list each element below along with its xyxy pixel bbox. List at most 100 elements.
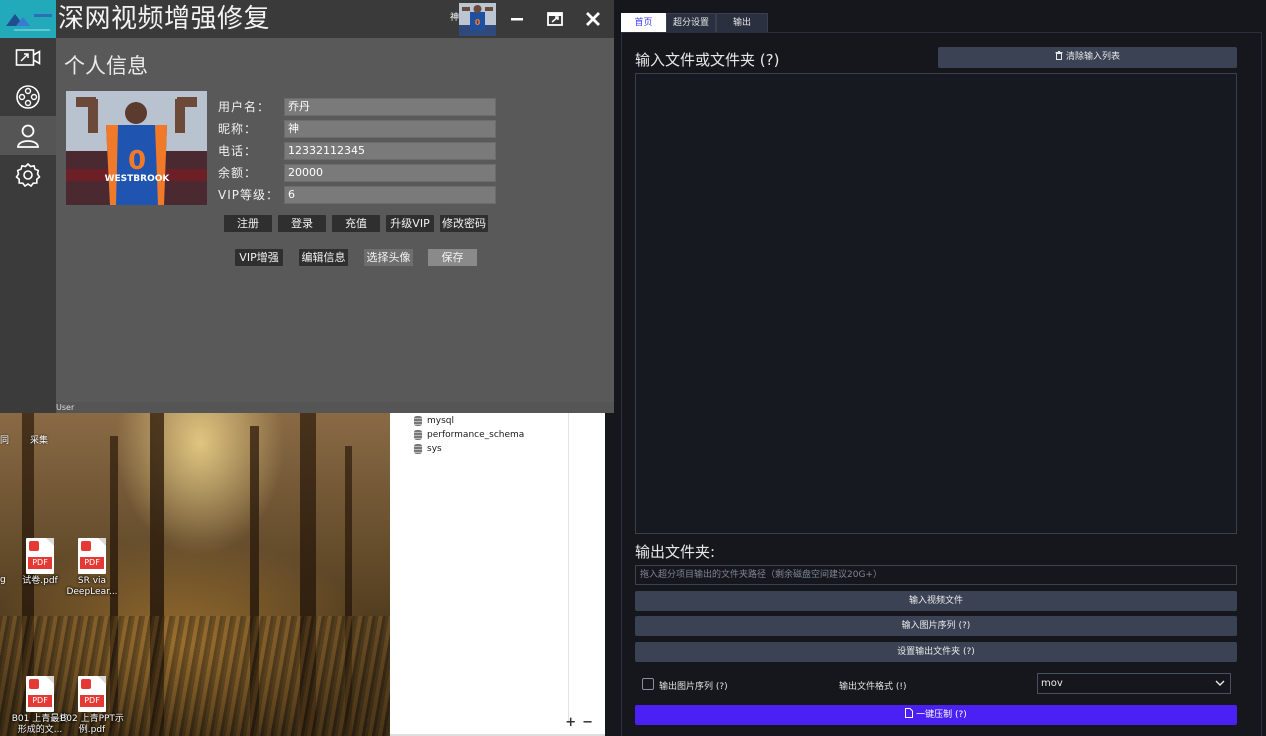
db-item-label: performance_schema	[427, 430, 525, 440]
input-video-button[interactable]: 输入视频文件	[635, 591, 1237, 611]
form-row-phone: 电话： 12332112345	[218, 141, 496, 160]
database-tree-panel: mysql performance_schema sys +−	[390, 413, 605, 736]
file-icon	[905, 708, 914, 718]
sidebar-item-film[interactable]	[0, 77, 56, 116]
form-row-nickname: 昵称： 神	[218, 119, 496, 138]
sidebar-item-user[interactable]	[0, 116, 56, 155]
titlebar: 深网视频增强修复 神 0	[0, 0, 614, 38]
vip-field[interactable]: 6	[284, 185, 496, 204]
svg-text:0: 0	[475, 18, 481, 27]
restore-icon	[547, 12, 563, 26]
sidebar-item-video[interactable]	[0, 38, 56, 77]
desktop-icon-pdf[interactable]: PDF B02 上青PPT示例.pdf	[60, 676, 124, 736]
desktop-icon-pdf[interactable]: PDF SR via DeepLear...	[60, 538, 124, 598]
input-image-sequence-button[interactable]: 输入图片序列 (?)	[635, 616, 1237, 636]
app-title: 深网视频增强修复	[58, 4, 271, 34]
desktop-icon-label: 采集	[30, 436, 49, 446]
status-bar: User	[56, 402, 614, 413]
desktop-icon-label: 同	[0, 436, 10, 446]
desktop-icon-label: SR via DeepLear...	[66, 576, 118, 597]
recharge-button[interactable]: 充值	[332, 215, 380, 232]
save-button[interactable]: 保存	[428, 249, 477, 266]
trash-icon	[1055, 51, 1063, 60]
close-icon	[586, 12, 600, 26]
db-controls: +−	[565, 715, 599, 730]
tab-sr-settings[interactable]: 超分设置	[666, 13, 716, 32]
gear-icon	[15, 162, 41, 187]
db-item-label: sys	[427, 444, 442, 454]
username-label: 用户名：	[218, 100, 271, 114]
register-button[interactable]: 注册	[224, 215, 272, 232]
vip-enhance-button[interactable]: VIP增强	[235, 249, 283, 266]
db-item-mysql[interactable]: mysql	[414, 416, 454, 426]
form-row-username: 用户名： 乔丹	[218, 97, 496, 116]
balance-label: 余额：	[218, 166, 258, 180]
upgrade-vip-button[interactable]: 升级VIP	[386, 215, 434, 232]
db-item-performance-schema[interactable]: performance_schema	[414, 430, 524, 440]
minimize-button[interactable]	[502, 4, 532, 34]
remove-button[interactable]: −	[582, 715, 599, 730]
output-path-input[interactable]: 拖入超分项目输出的文件夹路径（剩余磁盘空间建议20G+）	[635, 565, 1237, 585]
input-file-dropzone[interactable]	[635, 73, 1237, 534]
form-row-vip: VIP等级： 6	[218, 185, 496, 204]
sidebar	[0, 38, 56, 413]
tab-home[interactable]: 首页	[621, 13, 666, 32]
input-label: 输入文件或文件夹 (?)	[635, 51, 780, 69]
balance-field[interactable]: 20000	[284, 163, 496, 182]
restore-button[interactable]	[540, 4, 570, 34]
svg-text:0: 0	[128, 146, 146, 176]
one-click-compress-button[interactable]: 一键压制 (?)	[635, 705, 1237, 725]
svg-text:WESTBROOK: WESTBROOK	[105, 174, 171, 184]
desktop-icon-partial[interactable]: 同	[0, 433, 9, 446]
nickname-field[interactable]: 神	[284, 119, 496, 138]
desktop-icon-partial[interactable]: g	[0, 575, 6, 585]
sidebar-item-settings[interactable]	[0, 155, 56, 194]
set-output-folder-button[interactable]: 设置输出文件夹 (?)	[635, 642, 1237, 662]
desktop-wallpaper: 同 采集 g PDF 试卷.pdf PDF SR via DeepLear...…	[0, 413, 390, 736]
video-export-icon	[15, 48, 41, 66]
desktop-icon-label: B02 上青PPT示例.pdf	[60, 714, 124, 735]
pdf-file-icon: PDF	[78, 676, 106, 712]
db-item-sys[interactable]: sys	[414, 444, 442, 454]
username-field[interactable]: 乔丹	[284, 97, 496, 116]
pdf-file-icon: PDF	[78, 538, 106, 574]
panel-divider	[568, 413, 569, 723]
avatar: 0 WESTBROOK	[66, 91, 207, 205]
change-password-button[interactable]: 修改密码	[440, 215, 488, 232]
database-icon	[414, 430, 422, 440]
choose-avatar-button[interactable]: 选择头像	[364, 249, 413, 266]
output-images-label: 输出图片序列 (?)	[659, 682, 728, 692]
output-folder-label: 输出文件夹:	[635, 543, 716, 561]
tab-output[interactable]: 输出	[716, 13, 768, 32]
tab-bar: 首页 超分设置 输出	[621, 13, 768, 32]
phone-field[interactable]: 12332112345	[284, 141, 496, 160]
video-compress-app: 首页 超分设置 输出 输入文件或文件夹 (?) 清除输入列表 输出文件夹: 拖入…	[614, 0, 1266, 736]
clear-input-button[interactable]: 清除输入列表	[938, 47, 1237, 68]
user-icon	[17, 124, 39, 148]
nickname-label: 昵称：	[218, 122, 258, 136]
desktop-icon-label: g	[0, 575, 6, 585]
home-panel: 输入文件或文件夹 (?) 清除输入列表 输出文件夹: 拖入超分项目输出的文件夹路…	[621, 32, 1262, 736]
compress-label: 一键压制 (?)	[916, 710, 967, 720]
database-icon	[414, 416, 422, 426]
pdf-file-icon: PDF	[26, 538, 54, 574]
login-button[interactable]: 登录	[278, 215, 326, 232]
edit-info-button[interactable]: 编辑信息	[299, 249, 348, 266]
output-format-value: mov	[1041, 678, 1063, 689]
profile-app-window: 深网视频增强修复 神 0 个人信息 0 WESTBROOK 用户名： 乔丹 昵称…	[0, 0, 614, 413]
output-format-label: 输出文件格式 (!)	[839, 682, 907, 692]
output-images-checkbox[interactable]	[642, 678, 654, 690]
app-logo	[0, 0, 56, 38]
phone-label: 电话：	[218, 144, 258, 158]
vip-label: VIP等级：	[218, 188, 279, 202]
titlebar-avatar[interactable]: 0	[459, 3, 496, 36]
database-icon	[414, 444, 422, 454]
add-button[interactable]: +	[565, 715, 582, 730]
close-button[interactable]	[578, 4, 608, 34]
page-title: 个人信息	[64, 54, 148, 78]
output-format-select[interactable]: mov	[1037, 673, 1231, 694]
db-item-label: mysql	[427, 416, 454, 426]
titlebar-username: 神	[450, 13, 460, 23]
desktop-icon-partial[interactable]: 采集	[30, 433, 48, 446]
film-reel-icon	[16, 84, 40, 109]
